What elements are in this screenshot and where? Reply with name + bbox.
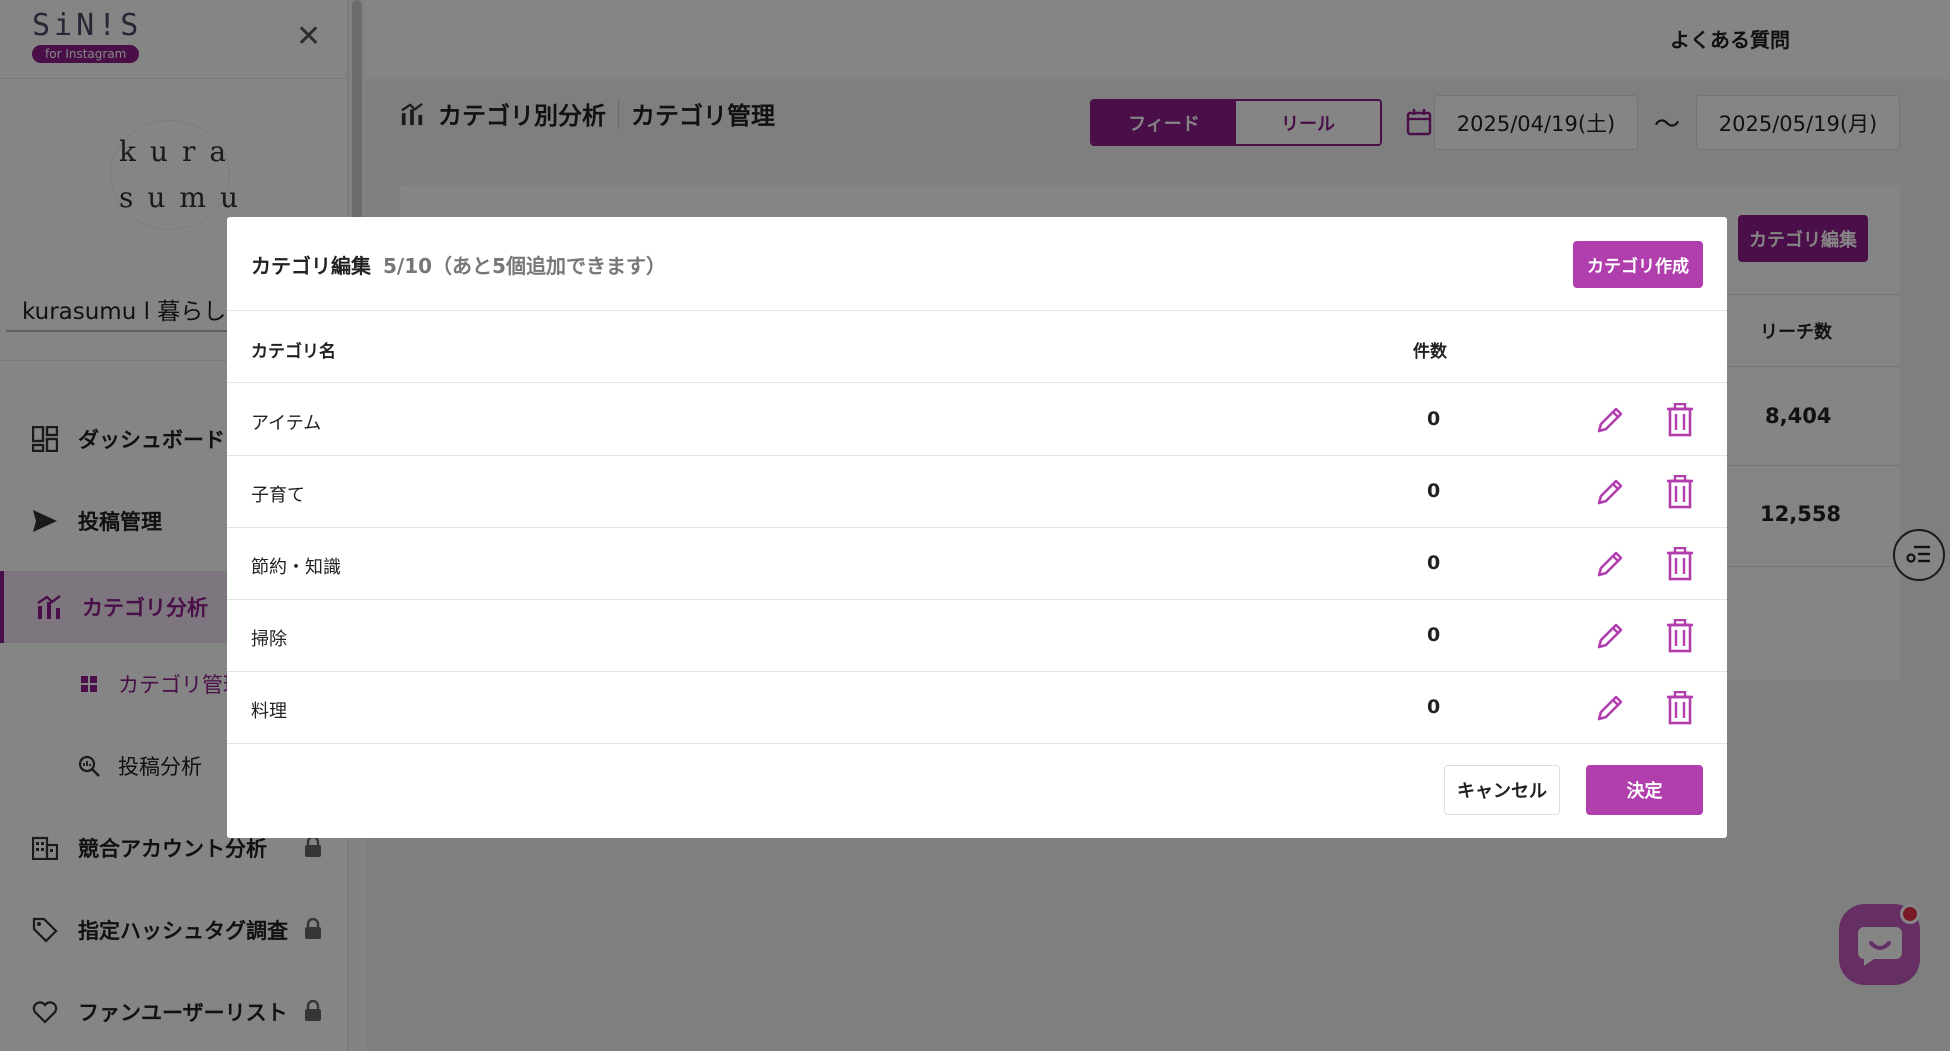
trash-icon[interactable]	[1664, 546, 1696, 581]
confirm-button[interactable]: 決定	[1586, 765, 1703, 815]
pencil-icon[interactable]	[1594, 476, 1626, 508]
pencil-icon[interactable]	[1594, 692, 1626, 724]
table-row: 節約・知識 0	[227, 528, 1727, 600]
pencil-icon[interactable]	[1594, 620, 1626, 652]
category-name: 節約・知識	[251, 557, 341, 578]
modal-title: カテゴリ編集	[251, 254, 371, 278]
category-count-value: 0	[1427, 624, 1441, 646]
trash-icon[interactable]	[1664, 402, 1696, 437]
pencil-icon[interactable]	[1594, 548, 1626, 580]
trash-icon[interactable]	[1664, 474, 1696, 509]
category-name: 料理	[251, 701, 287, 722]
category-count-value: 0	[1427, 408, 1441, 430]
table-row: 掃除 0	[227, 600, 1727, 672]
trash-icon[interactable]	[1664, 690, 1696, 725]
category-count-value: 0	[1427, 480, 1441, 502]
modal-header: カテゴリ編集 5/10（あと5個追加できます） カテゴリ作成	[227, 217, 1727, 311]
category-name: アイテム	[251, 413, 322, 434]
cancel-button[interactable]: キャンセル	[1444, 765, 1560, 815]
table-row: 子育て 0	[227, 456, 1727, 528]
category-count-value: 0	[1427, 696, 1441, 718]
column-header-name: カテゴリ名	[251, 342, 336, 362]
table-row: 料理 0	[227, 672, 1727, 744]
create-category-button[interactable]: カテゴリ作成	[1573, 241, 1703, 288]
table-row: アイテム 0	[227, 384, 1727, 456]
category-name: 掃除	[251, 629, 287, 650]
category-name: 子育て	[251, 485, 305, 506]
category-edit-modal: カテゴリ編集 5/10（あと5個追加できます） カテゴリ作成 カテゴリ名 件数 …	[227, 217, 1727, 838]
category-count: 5/10（あと5個追加できます）	[383, 254, 666, 278]
category-count-value: 0	[1427, 552, 1441, 574]
table-header: カテゴリ名 件数	[227, 311, 1727, 383]
column-header-count: 件数	[1413, 342, 1447, 362]
pencil-icon[interactable]	[1594, 404, 1626, 436]
trash-icon[interactable]	[1664, 618, 1696, 653]
